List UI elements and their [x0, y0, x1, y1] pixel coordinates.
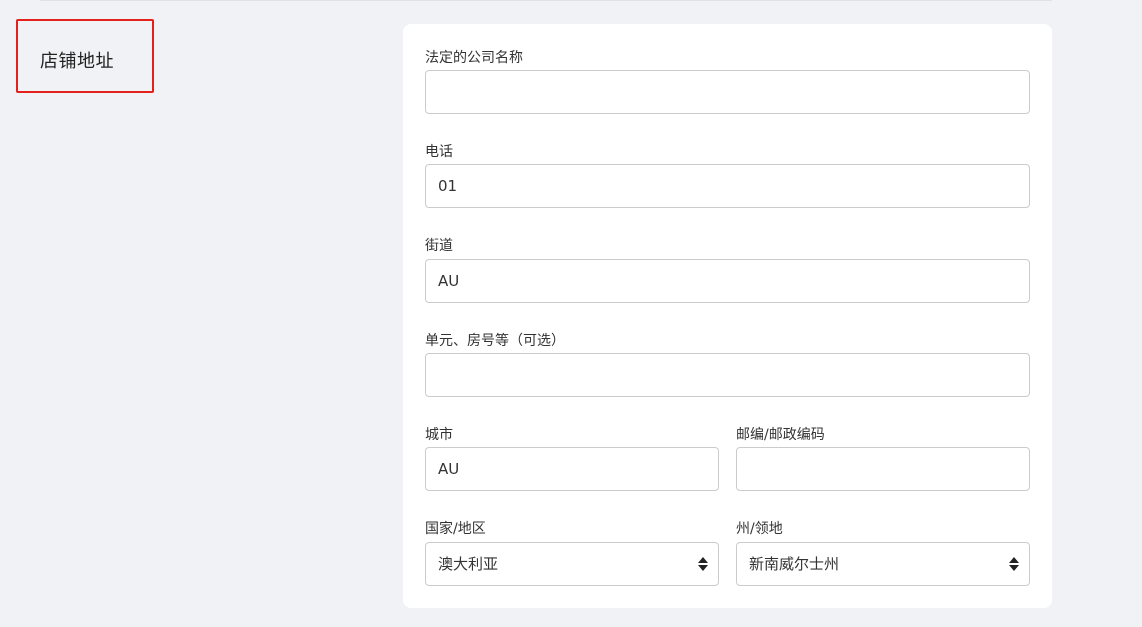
phone-label: 电话: [425, 144, 453, 160]
company-name-label: 法定的公司名称: [425, 50, 523, 66]
city-label: 城市: [425, 427, 453, 443]
select-arrows-icon: [698, 557, 708, 571]
postal-code-label: 邮编/邮政编码: [736, 427, 825, 443]
unit-input[interactable]: [425, 353, 1030, 397]
country-select[interactable]: 澳大利亚: [425, 542, 719, 586]
company-name-input[interactable]: [425, 70, 1030, 114]
city-input[interactable]: AU: [425, 447, 719, 491]
street-input[interactable]: AU: [425, 259, 1030, 303]
street-label: 街道: [425, 238, 453, 254]
store-address-card: 法定的公司名称 电话 01 街道 AU 单元、房号等（可选） 城市 AU 邮编/…: [403, 24, 1052, 608]
country-select-value: 澳大利亚: [438, 555, 499, 573]
state-select[interactable]: 新南威尔士州: [736, 542, 1030, 586]
select-arrows-icon: [1009, 557, 1019, 571]
top-divider: [40, 0, 1052, 1]
section-title: 店铺地址: [40, 51, 114, 72]
phone-input[interactable]: 01: [425, 164, 1030, 208]
state-label: 州/领地: [736, 521, 783, 537]
country-label: 国家/地区: [425, 521, 486, 537]
postal-code-input[interactable]: [736, 447, 1030, 491]
unit-label: 单元、房号等（可选）: [425, 333, 565, 349]
state-select-value: 新南威尔士州: [749, 555, 840, 573]
